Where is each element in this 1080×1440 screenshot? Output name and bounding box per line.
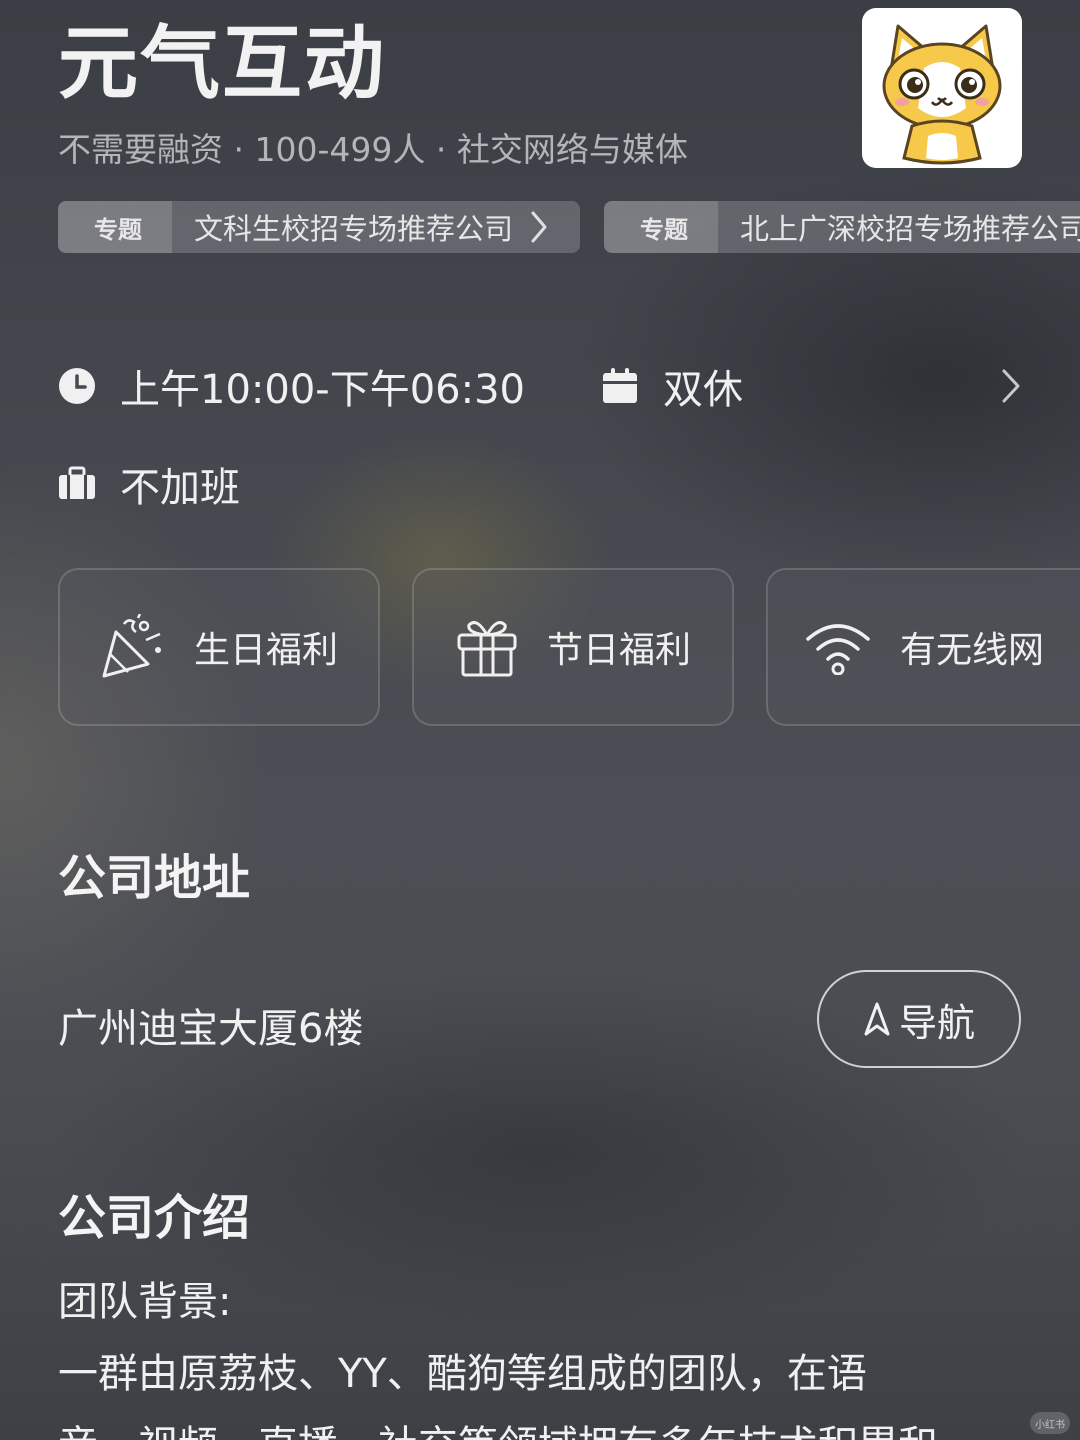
overtime-row: 不加班 bbox=[58, 458, 240, 511]
party-popper-icon bbox=[102, 614, 161, 678]
overtime-text: 不加班 bbox=[120, 465, 240, 511]
company-address: 广州迪宝大厦6楼 bbox=[58, 1006, 364, 1052]
topic-label: 北上广深校招专场推荐公司 bbox=[740, 212, 1080, 246]
topic-tag: 专题 bbox=[58, 201, 172, 253]
cat-logo-icon bbox=[882, 24, 1002, 165]
navigation-arrow-icon bbox=[864, 1002, 890, 1036]
address-section-title: 公司地址 bbox=[58, 850, 251, 906]
briefcase-icon bbox=[59, 466, 95, 499]
topic-label: 文科生校招专场推荐公司 bbox=[194, 212, 514, 246]
benefit-label: 节日福利 bbox=[546, 630, 691, 671]
company-name: 元气互动 bbox=[58, 17, 386, 110]
benefit-card-birthday[interactable]: 生日福利 bbox=[58, 568, 380, 726]
work-hours-row[interactable]: 上午10:00-下午06:30 双休 bbox=[58, 360, 1022, 413]
cat-mascot-logo[interactable] bbox=[862, 8, 1022, 168]
topic-chip-1[interactable]: 专题 文科生校招专场推荐公司 bbox=[58, 201, 580, 253]
watermark-badge: 小红书 bbox=[1030, 1412, 1070, 1434]
chevron-right-icon bbox=[1002, 369, 1020, 403]
wifi-icon bbox=[806, 624, 870, 675]
clock-icon bbox=[59, 368, 95, 404]
intro-heading: 团队背景: bbox=[58, 1279, 232, 1325]
calendar-icon bbox=[602, 368, 637, 403]
rest-days-text: 双休 bbox=[662, 367, 743, 413]
benefit-label: 生日福利 bbox=[193, 630, 338, 671]
benefit-card-wifi[interactable]: 有无线网 bbox=[766, 568, 1080, 726]
intro-text-line: 一群由原荔枝、YY、酷狗等组成的团队，在语 bbox=[58, 1351, 867, 1397]
topic-chip-2[interactable]: 专题 北上广深校招专场推荐公司 bbox=[604, 201, 1080, 253]
intro-section-title: 公司介绍 bbox=[58, 1190, 251, 1246]
gift-icon bbox=[457, 621, 517, 677]
benefit-label: 有无线网 bbox=[899, 630, 1044, 671]
benefit-card-holiday[interactable]: 节日福利 bbox=[412, 568, 734, 726]
navigate-label: 导航 bbox=[898, 1000, 975, 1045]
topic-tag: 专题 bbox=[604, 201, 718, 253]
work-hours-text: 上午10:00-下午06:30 bbox=[120, 367, 525, 413]
chevron-right-icon bbox=[531, 211, 547, 243]
navigate-button[interactable]: 导航 bbox=[817, 970, 1021, 1068]
intro-text-line: 音、视频、直播、社交等领域拥有多年技术积累和 bbox=[58, 1418, 938, 1440]
company-meta: 不需要融资 · 100-499人 · 社交网络与媒体 bbox=[58, 130, 688, 169]
